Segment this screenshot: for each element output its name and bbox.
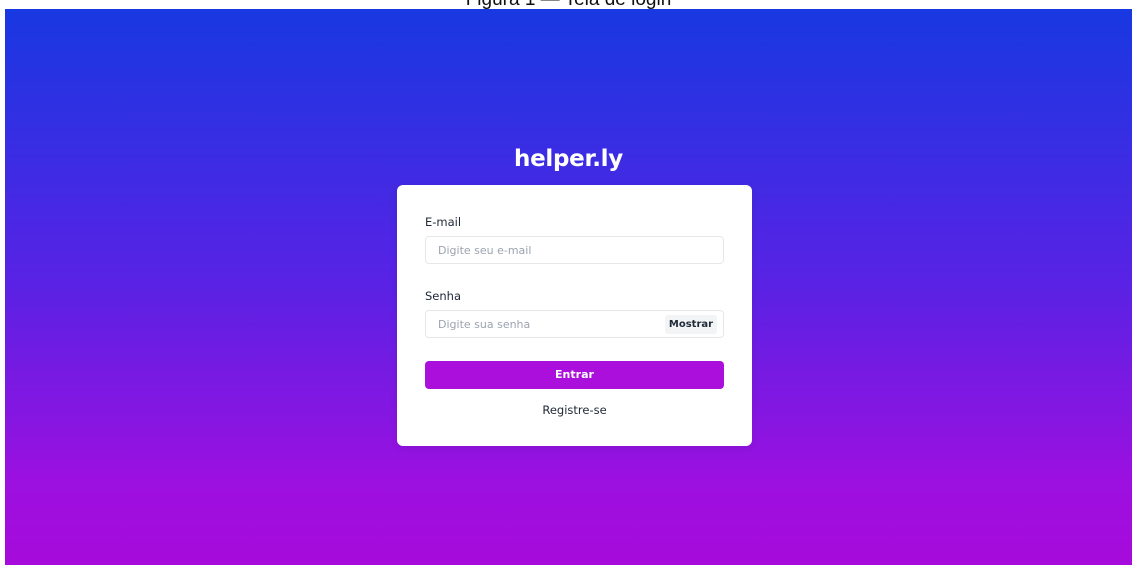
figure-caption: Figura 1 — Tela de login (0, 0, 1137, 9)
login-submit-button[interactable]: Entrar (425, 361, 724, 389)
register-link[interactable]: Registre-se (397, 402, 752, 418)
email-input[interactable] (426, 237, 723, 263)
email-field-container (425, 236, 724, 264)
password-field-container: Mostrar (425, 310, 724, 338)
show-password-button[interactable]: Mostrar (665, 315, 717, 334)
login-screen: helper.ly E-mail Senha Mostrar Entrar Re… (5, 9, 1132, 565)
email-label: E-mail (425, 215, 462, 229)
brand-logo-text: helper.ly (514, 146, 623, 172)
password-label: Senha (425, 289, 461, 303)
login-card: E-mail Senha Mostrar Entrar Registre-se (397, 185, 752, 446)
password-input[interactable] (426, 311, 656, 337)
